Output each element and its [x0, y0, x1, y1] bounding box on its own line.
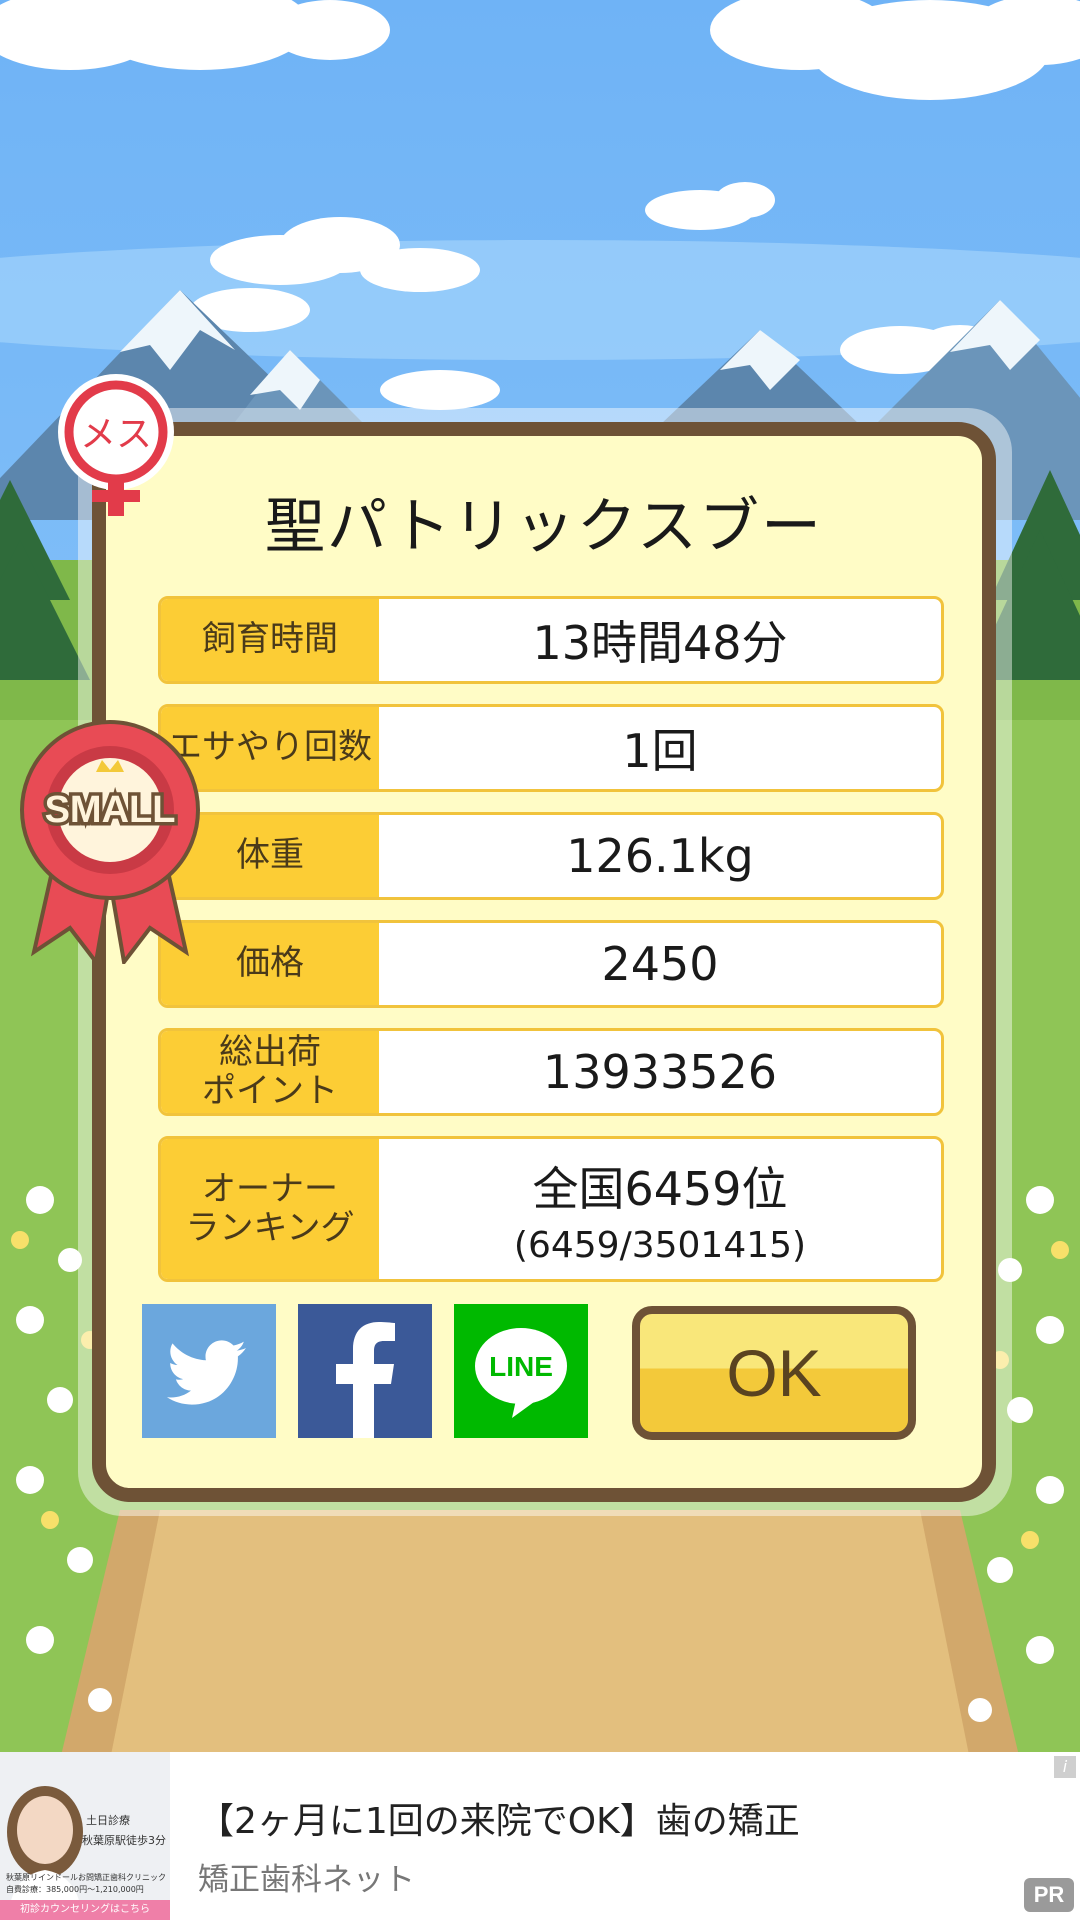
stat-value: 13時間48分: [532, 616, 788, 670]
ad-banner[interactable]: 土日診療 秋葉原駅徒歩3分 秋葉原リインドールお問矯正歯科クリニック 自費診療：…: [0, 1752, 1080, 1920]
ad-advertiser[interactable]: 矯正歯科ネット: [198, 1854, 415, 1899]
twitter-share-button[interactable]: [142, 1304, 276, 1438]
ad-thumbnail[interactable]: 土日診療 秋葉原駅徒歩3分 秋葉原リインドールお問矯正歯科クリニック 自費診療：…: [0, 1752, 170, 1920]
gender-badge-label: メス: [80, 414, 152, 455]
ranking-detail: (6459/3501415): [513, 1224, 807, 1266]
stat-value: 2450: [601, 937, 719, 991]
ad-pr-badge: PR: [1024, 1878, 1074, 1912]
ad-title[interactable]: 【2ヶ月に1回の来院でOK】歯の矯正: [198, 1792, 800, 1844]
ad-thumb-text: 土日診療: [86, 1814, 130, 1827]
stat-row-weight: 体重 126.1kg: [158, 812, 944, 900]
size-badge-label: SMALL: [45, 789, 176, 831]
ad-thumb-text: 自費診療：385,000円～1,210,000円: [6, 1885, 144, 1894]
facebook-share-button[interactable]: [298, 1304, 432, 1438]
stat-row-price: 価格 2450: [158, 920, 944, 1008]
small-size-ribbon-badge: SMALL: [20, 720, 200, 964]
ad-thumb-cta[interactable]: 初診カウンセリングはこちら: [0, 1900, 170, 1920]
stat-label: オーナー ランキング: [161, 1139, 379, 1279]
stat-row-shipping-points: 総出荷 ポイント 13933526: [158, 1028, 944, 1116]
line-share-button[interactable]: LINE: [454, 1304, 588, 1438]
stat-row-owner-ranking: オーナー ランキング 全国6459位 (6459/3501415): [158, 1136, 944, 1282]
ad-info-icon[interactable]: i: [1054, 1756, 1076, 1778]
stat-row-feed-count: エサやり回数 1回: [158, 704, 944, 792]
stat-label: 飼育時間: [161, 599, 379, 681]
stat-value: 1回: [622, 724, 698, 778]
pig-result-card: 聖パトリックスブー 飼育時間 13時間48分 エサやり回数 1回 体重 126.…: [92, 422, 996, 1502]
pig-name: 聖パトリックスブー: [265, 492, 823, 562]
stat-row-breeding-time: 飼育時間 13時間48分: [158, 596, 944, 684]
ad-thumb-text: 秋葉原駅徒歩3分: [82, 1834, 166, 1847]
ok-button[interactable]: OK: [632, 1306, 916, 1440]
stat-value: 全国6459位: [532, 1161, 788, 1216]
stat-label: 総出荷 ポイント: [161, 1031, 379, 1113]
female-gender-badge: メス: [58, 374, 174, 516]
stat-value: 13933526: [542, 1045, 778, 1099]
line-label: LINE: [489, 1351, 553, 1382]
ad-thumb-text: 秋葉原リインドールお問矯正歯科クリニック: [6, 1873, 166, 1882]
stat-value: 126.1kg: [566, 829, 754, 883]
